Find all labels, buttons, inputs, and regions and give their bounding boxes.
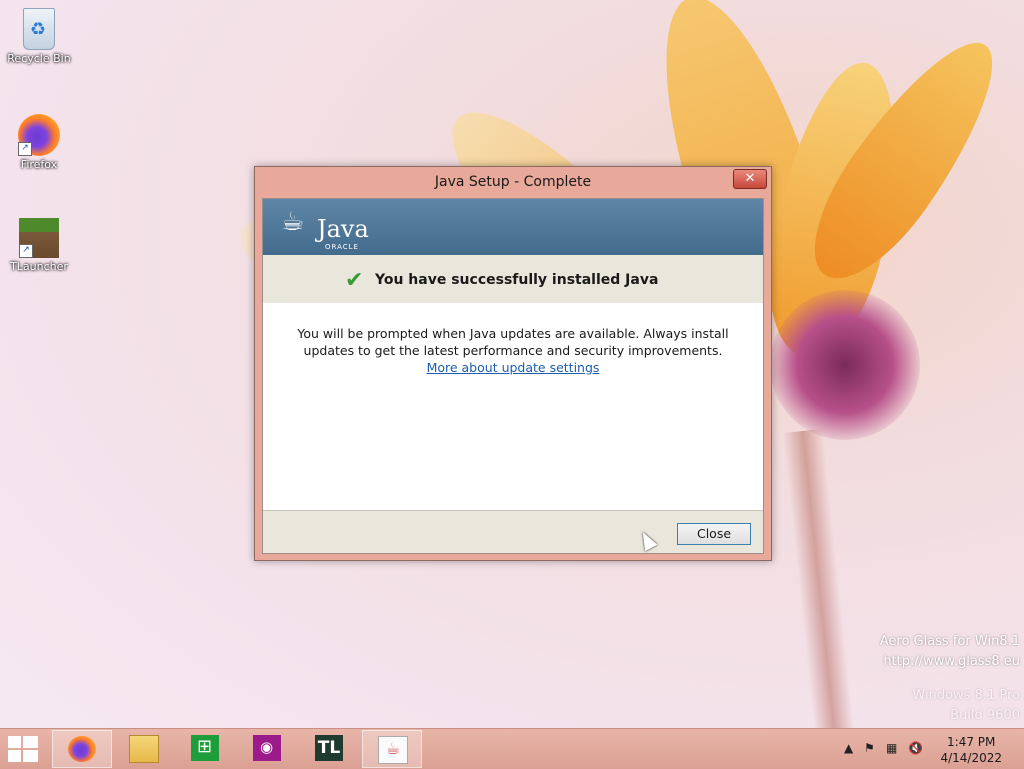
clock-date: 4/14/2022: [940, 751, 1002, 765]
volume-muted-icon[interactable]: 🔇: [908, 741, 923, 755]
dialog-footer: Close: [263, 510, 763, 553]
watermark-line: http://www.glass8.eu: [883, 654, 1020, 669]
taskbar: TL ☕ ▲ ⚑ ▦ 🔇 1:47 PM 4/14/2022: [0, 728, 1024, 769]
folder-icon: [129, 735, 159, 763]
windows-logo-icon: [8, 736, 21, 748]
java-logo-text: Java: [317, 215, 369, 243]
watermark-line: Build 9600: [950, 708, 1020, 723]
update-info-line: You will be prompted when Java updates a…: [297, 326, 729, 341]
oracle-logo-text: ORACLE: [325, 243, 359, 251]
close-button[interactable]: Close: [677, 523, 751, 545]
shortcut-arrow-icon: ↗: [18, 142, 32, 156]
success-bar: ✔ You have successfully installed Java: [263, 255, 763, 303]
close-window-button[interactable]: ✕: [733, 169, 767, 189]
network-icon[interactable]: ▦: [886, 741, 897, 755]
system-tray: ▲ ⚑ ▦ 🔇 1:47 PM 4/14/2022: [844, 729, 1024, 769]
java-setup-dialog: Java Setup - Complete ✕ ☕ Java ORACLE ✔ …: [254, 166, 772, 561]
desktop-icon-label: Firefox: [20, 158, 58, 171]
wallpaper-flower-center: [770, 290, 920, 440]
taskbar-camera[interactable]: [238, 730, 296, 766]
start-button[interactable]: [8, 736, 38, 762]
dialog-titlebar[interactable]: Java Setup - Complete ✕: [255, 167, 771, 197]
update-info-line: updates to get the latest performance an…: [303, 343, 723, 358]
show-hidden-icons-icon[interactable]: ▲: [844, 741, 853, 755]
store-icon: [191, 735, 219, 761]
desktop-icon-label: TLauncher: [10, 260, 68, 273]
firefox-icon: [68, 736, 96, 762]
desktop-icon-label: Recycle Bin: [7, 52, 71, 65]
clock[interactable]: 1:47 PM 4/14/2022: [940, 734, 1002, 766]
desktop-icon-recycle-bin[interactable]: Recycle Bin: [4, 8, 74, 65]
wallpaper-stem: [782, 428, 858, 762]
success-message: You have successfully installed Java: [375, 272, 659, 288]
camera-icon: [253, 735, 281, 761]
recycle-bin-icon: [23, 8, 55, 50]
dialog-title: Java Setup - Complete: [434, 174, 592, 190]
taskbar-file-explorer[interactable]: [114, 730, 172, 766]
update-info-text: You will be prompted when Java updates a…: [283, 325, 743, 376]
checkmark-icon: ✔: [345, 268, 364, 293]
taskbar-firefox[interactable]: [52, 730, 112, 768]
firefox-icon: ↗: [18, 114, 60, 156]
os-watermark: Aero Glass for Win8.1 http://www.glass8.…: [880, 632, 1020, 726]
desktop-icon-tlauncher[interactable]: ↗ TLauncher: [4, 218, 74, 273]
desktop-icon-firefox[interactable]: ↗ Firefox: [4, 114, 74, 171]
action-center-flag-icon[interactable]: ⚑: [864, 741, 875, 755]
shortcut-arrow-icon: ↗: [19, 244, 33, 258]
java-cup-icon: ☕: [378, 736, 408, 764]
watermark-line: Aero Glass for Win8.1: [879, 634, 1020, 649]
taskbar-tlauncher[interactable]: TL: [300, 730, 358, 766]
java-cup-icon: ☕: [281, 207, 305, 237]
taskbar-store[interactable]: [176, 730, 234, 766]
update-settings-link[interactable]: More about update settings: [427, 360, 600, 375]
tl-icon: TL: [315, 735, 343, 761]
clock-time: 1:47 PM: [947, 735, 996, 749]
tlauncher-icon: ↗: [19, 218, 59, 258]
dialog-content: ☕ Java ORACLE ✔ You have successfully in…: [262, 198, 764, 554]
taskbar-java-setup[interactable]: ☕: [362, 730, 422, 768]
java-banner: ☕ Java ORACLE: [263, 199, 763, 255]
watermark-line: Windows 8.1 Pro: [912, 688, 1020, 703]
